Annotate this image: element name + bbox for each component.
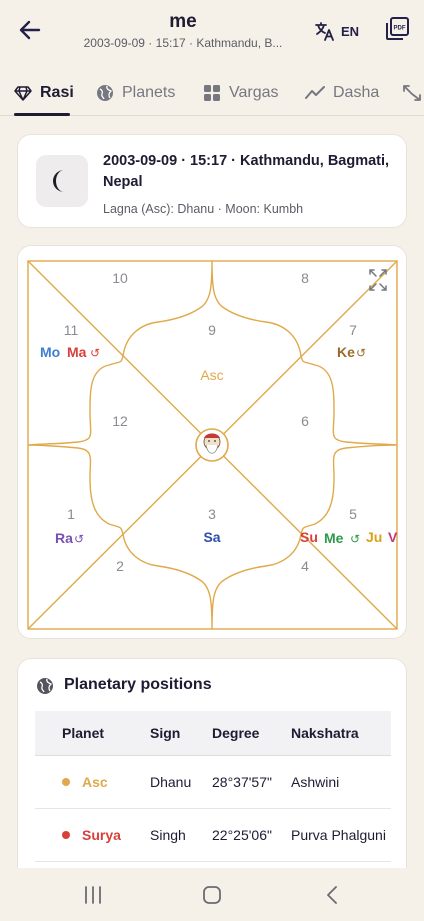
house-number-12: 12 xyxy=(112,413,128,429)
birth-info-text: 2003-09-09 · 15:17 · Kathmandu, Bagmati,… xyxy=(103,151,393,216)
planet-cell: Asc xyxy=(62,756,108,808)
planet-table: Planet Sign Degree Nakshatra Asc Dhanu 2… xyxy=(35,711,391,862)
house-number-4: 4 xyxy=(301,558,309,574)
house-number-2: 2 xyxy=(116,558,124,574)
house-number-5: 5 xyxy=(349,506,357,522)
tab-label: Dasha xyxy=(333,84,380,101)
recent-apps-button[interactable] xyxy=(73,880,113,910)
house-number-11: 11 xyxy=(64,322,79,338)
house-number-6: 6 xyxy=(301,413,309,429)
globe-icon xyxy=(97,85,113,101)
page-title: me xyxy=(169,11,197,32)
house-number-10: 10 xyxy=(112,270,128,286)
planet-moon: Mo xyxy=(40,344,60,360)
home-button[interactable] xyxy=(192,880,232,910)
chevron-left-icon xyxy=(327,886,337,904)
tab-label: Vargas xyxy=(229,84,279,101)
home-icon xyxy=(203,886,221,904)
translate-icon xyxy=(315,22,334,41)
grid-icon xyxy=(204,85,220,101)
planetary-positions-card: Planetary positions Planet Sign Degree N… xyxy=(17,658,407,888)
page-subtitle: 2003-09-09 · 15:17 · Kathmandu, B... xyxy=(83,36,283,50)
tab-rasi[interactable]: Rasi xyxy=(14,70,74,116)
crescent-moon-icon xyxy=(53,170,64,192)
diamond-icon xyxy=(14,86,32,101)
rasi-chart: 10 8 11 9 7 12 6 1 3 5 2 4 Asc Mo Ma ↺ K… xyxy=(27,260,398,630)
planet-name: Surya xyxy=(82,827,121,843)
language-label: EN xyxy=(341,23,360,39)
column-header-sign[interactable]: Sign xyxy=(150,711,180,755)
planet-mars: Ma xyxy=(67,344,87,360)
retrograde-icon: ↺ xyxy=(74,532,84,546)
planet-jupiter: Ju xyxy=(366,529,382,545)
house-number-7: 7 xyxy=(349,322,357,338)
asc-marker: Asc xyxy=(200,367,223,383)
retrograde-icon: ↺ xyxy=(350,532,360,546)
pdf-export-button[interactable]: PDF xyxy=(384,16,412,44)
sign-cell: Dhanu xyxy=(150,774,192,790)
house-number-8: 8 xyxy=(301,270,309,286)
recents-icon xyxy=(85,886,101,904)
planet-cell: Surya xyxy=(62,809,121,861)
house-number-3: 3 xyxy=(208,506,216,522)
nakshatra-cell: Ashwini xyxy=(291,774,340,790)
system-navigation-bar xyxy=(0,868,424,921)
fullscreen-button[interactable] xyxy=(366,268,390,292)
planet-color-dot xyxy=(62,831,70,839)
tab-planets[interactable]: Planets xyxy=(96,70,175,116)
tab-label: Planets xyxy=(122,84,176,101)
tab-label: Rasi xyxy=(40,84,74,101)
tab-more[interactable] xyxy=(402,70,422,116)
lagna-moon-summary: Lagna (Asc): Dhanu · Moon: Kumbh xyxy=(103,202,304,216)
column-header-planet[interactable]: Planet xyxy=(62,711,104,755)
planet-color-dot xyxy=(62,778,70,786)
arrow-left-icon xyxy=(19,20,41,40)
birth-details: 2003-09-09 · 15:17 · Kathmandu, Bagmati,… xyxy=(103,153,390,190)
trend-icon xyxy=(305,86,325,99)
active-tab-indicator xyxy=(14,113,70,116)
expand-diagonal-icon xyxy=(403,85,421,101)
table-row[interactable]: Surya Singh 22°25'06" Purva Phalguni xyxy=(35,809,391,862)
nakshatra-cell: Purva Phalguni xyxy=(291,827,386,843)
planet-sun: Su xyxy=(300,529,318,545)
pdf-icon: PDF xyxy=(386,17,409,40)
degree-cell: 28°37'57" xyxy=(212,774,272,790)
tab-vargas[interactable]: Vargas xyxy=(203,70,279,116)
svg-text:PDF: PDF xyxy=(394,26,406,32)
column-header-nakshatra[interactable]: Nakshatra xyxy=(291,711,359,755)
system-back-button[interactable] xyxy=(312,880,352,910)
planet-rahu: Ra xyxy=(55,530,73,546)
column-header-degree[interactable]: Degree xyxy=(212,711,259,755)
table-row[interactable]: Asc Dhanu 28°37'57" Ashwini xyxy=(35,756,391,809)
moon-tile xyxy=(36,155,88,207)
house-number-1: 1 xyxy=(67,506,75,522)
degree-cell: 22°25'06" xyxy=(212,827,272,843)
tab-bar: Rasi Planets Vargas Dasha xyxy=(0,70,424,116)
title-block: me 2003-09-09 · 15:17 · Kathmandu, B... xyxy=(70,11,296,51)
planet-name: Asc xyxy=(82,774,108,790)
retrograde-icon: ↺ xyxy=(356,346,366,360)
sign-cell: Singh xyxy=(150,827,186,843)
language-button[interactable]: EN xyxy=(314,17,359,45)
planet-mercury: Me xyxy=(324,530,344,546)
top-app-bar: me 2003-09-09 · 15:17 · Kathmandu, B... … xyxy=(0,0,424,62)
birth-info-card[interactable]: 2003-09-09 · 15:17 · Kathmandu, Bagmati,… xyxy=(17,134,407,228)
section-title: Planetary positions xyxy=(64,676,212,693)
house-number-9: 9 xyxy=(208,322,216,338)
globe-icon xyxy=(37,678,53,694)
tab-dasha[interactable]: Dasha xyxy=(305,70,379,116)
planet-ketu: Ke xyxy=(337,344,355,360)
back-button[interactable] xyxy=(14,14,46,46)
table-header: Planet Sign Degree Nakshatra xyxy=(35,711,391,756)
planet-venus: V xyxy=(388,529,398,545)
retrograde-icon: ↺ xyxy=(90,346,100,360)
planet-saturn: Sa xyxy=(203,529,220,545)
rasi-chart-card: 10 8 11 9 7 12 6 1 3 5 2 4 Asc Mo Ma ↺ K… xyxy=(17,245,407,639)
